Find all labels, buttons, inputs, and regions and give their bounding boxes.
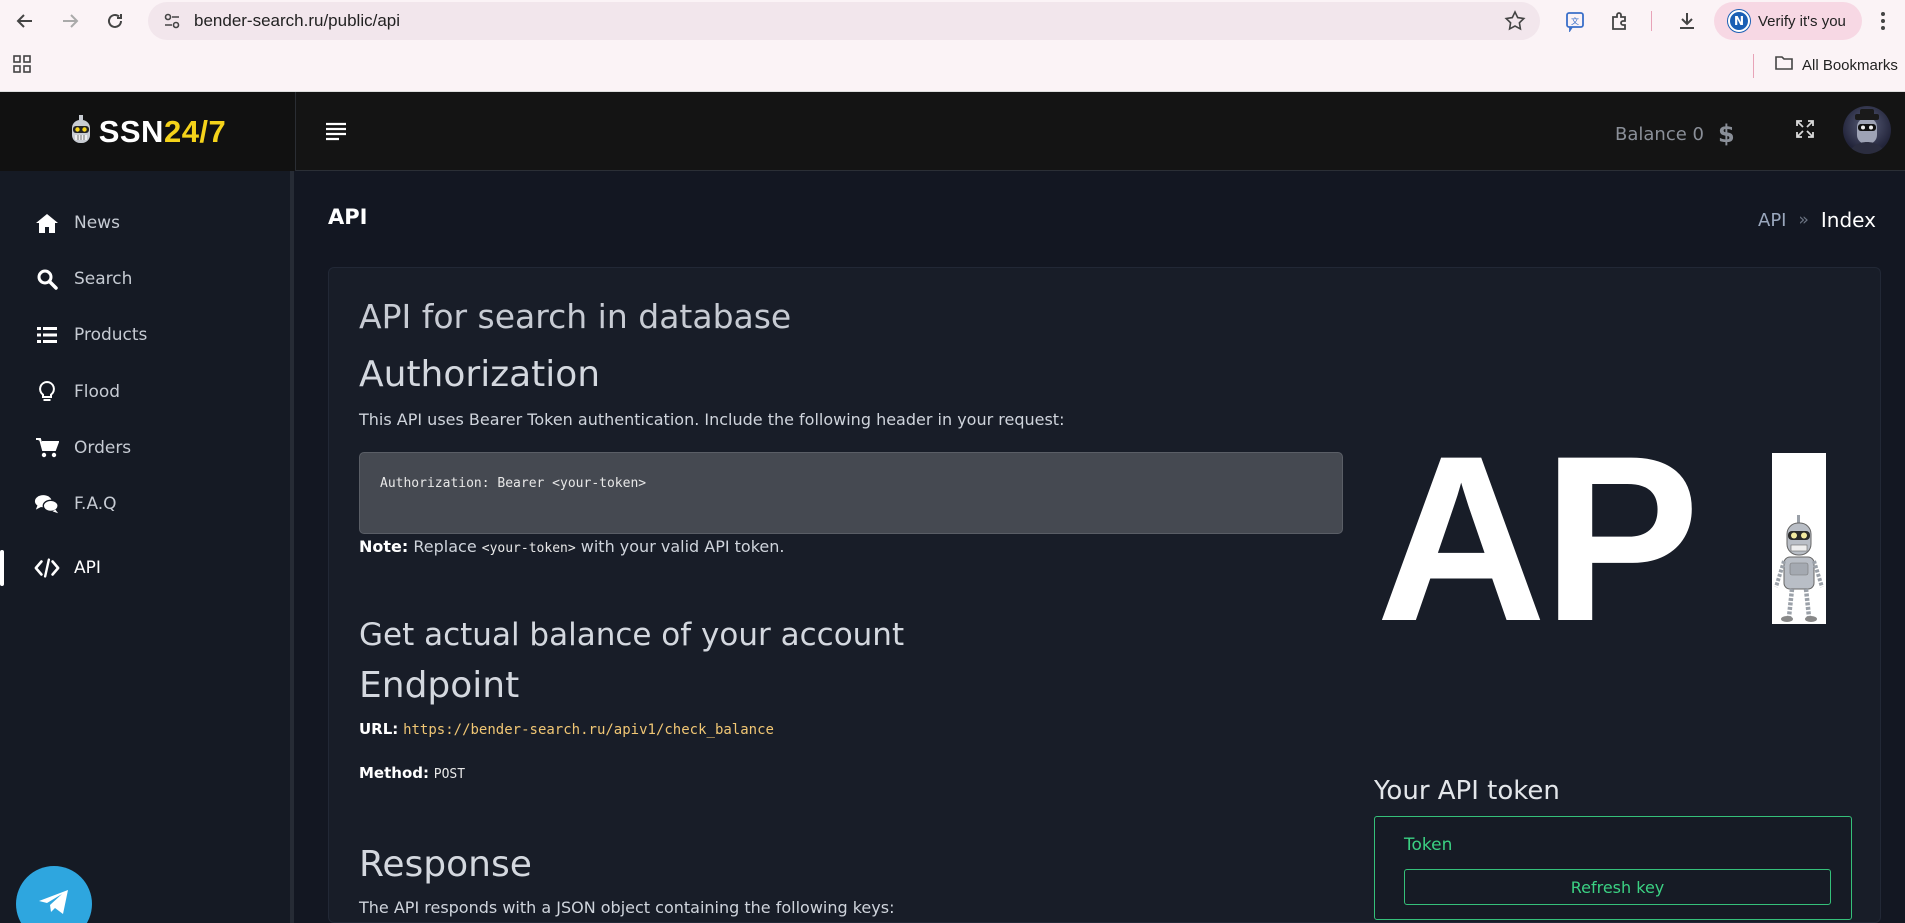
sidebar-item-products[interactable]: Products bbox=[34, 317, 147, 353]
sidebar-item-label: API bbox=[74, 558, 101, 578]
active-indicator bbox=[0, 550, 4, 586]
bookmark-star-icon[interactable] bbox=[1504, 10, 1526, 36]
balance-label: Balance 0 bbox=[1615, 123, 1704, 145]
logo-text: SSN24/7 bbox=[98, 113, 227, 149]
bookmarks-bar: All Bookmarks bbox=[0, 42, 1905, 92]
sidebar-item-flood[interactable]: Flood bbox=[34, 374, 120, 410]
page-title: API bbox=[328, 205, 368, 229]
url-text: bender-search.ru/public/api bbox=[194, 11, 401, 30]
note-post: with your valid API token. bbox=[575, 537, 785, 556]
profile-verify-button[interactable]: N Verify it's you bbox=[1714, 2, 1862, 40]
method-label: Method: bbox=[359, 764, 429, 782]
api-illustration: AP bbox=[1376, 421, 1831, 657]
sidebar-item-label: F.A.Q bbox=[74, 494, 117, 514]
note-pre: Replace bbox=[408, 537, 482, 556]
menu-toggle-icon[interactable] bbox=[324, 120, 348, 146]
api-token-heading: Your API token bbox=[1374, 776, 1560, 806]
apps-grid-icon[interactable] bbox=[12, 54, 32, 78]
dollar-icon: $ bbox=[1717, 120, 1735, 148]
balance-display[interactable]: Balance 0 $ bbox=[1615, 120, 1735, 148]
user-avatar[interactable] bbox=[1843, 106, 1891, 154]
all-bookmarks-label: All Bookmarks bbox=[1802, 56, 1898, 74]
fullscreen-icon[interactable] bbox=[1794, 118, 1816, 144]
extensions-puzzle-icon[interactable] bbox=[1605, 6, 1635, 36]
address-bar[interactable]: bender-search.ru/public/api bbox=[148, 2, 1540, 40]
sidebar-item-search[interactable]: Search bbox=[34, 261, 132, 297]
app-header: SSN24/7 Balance 0 $ bbox=[0, 92, 1905, 171]
sidebar-item-api[interactable]: API bbox=[34, 550, 101, 586]
authorization-code-block[interactable]: Authorization: Bearer <your-token> bbox=[359, 452, 1343, 534]
sidebar: News Search Products Flood Orders F.A.Q bbox=[0, 171, 294, 923]
toolbar-divider bbox=[1651, 11, 1652, 31]
cart-icon bbox=[34, 435, 60, 461]
svg-text:文: 文 bbox=[1571, 16, 1579, 26]
refresh-key-button[interactable]: Refresh key bbox=[1404, 869, 1831, 905]
bender-logo-icon bbox=[69, 114, 93, 149]
breadcrumb-current: Index bbox=[1820, 208, 1876, 232]
api-letters: AP bbox=[1376, 407, 1700, 671]
token-note: Note: Replace <your-token> with your val… bbox=[359, 537, 784, 556]
forward-icon[interactable] bbox=[55, 6, 85, 36]
sidebar-item-label: Flood bbox=[74, 382, 121, 402]
endpoint-method-row: Method: POST bbox=[359, 764, 465, 782]
logo[interactable]: SSN24/7 bbox=[0, 92, 296, 171]
sidebar-item-label: News bbox=[74, 213, 120, 233]
bookmarks-divider bbox=[1753, 54, 1754, 78]
lightbulb-icon bbox=[34, 379, 60, 405]
breadcrumb: API » Index bbox=[1758, 208, 1876, 232]
url-label: URL: bbox=[359, 720, 399, 738]
all-bookmarks-button[interactable]: All Bookmarks bbox=[1774, 54, 1898, 76]
sidebar-item-faq[interactable]: F.A.Q bbox=[34, 486, 117, 522]
browser-toolbar: bender-search.ru/public/api 文 N Verify i… bbox=[0, 0, 1905, 42]
profile-avatar-badge: N bbox=[1728, 10, 1750, 32]
breadcrumb-link-api[interactable]: API bbox=[1758, 210, 1786, 231]
endpoint-method: POST bbox=[433, 767, 466, 782]
sidebar-item-orders[interactable]: Orders bbox=[34, 430, 131, 466]
sidebar-item-label: Products bbox=[74, 325, 148, 345]
sidebar-item-news[interactable]: News bbox=[34, 205, 120, 241]
authorization-code: Authorization: Bearer <your-token> bbox=[380, 476, 647, 491]
endpoint-url-row: URL: https://bender-search.ru/apiv1/chec… bbox=[359, 720, 774, 738]
bender-robot-icon bbox=[1774, 515, 1824, 622]
response-description: The API responds with a JSON object cont… bbox=[359, 898, 895, 917]
token-label: Token bbox=[1404, 835, 1453, 855]
api-letter-i bbox=[1772, 453, 1826, 624]
browser-menu-icon[interactable] bbox=[1868, 6, 1898, 36]
search-icon bbox=[34, 266, 60, 292]
verify-label: Verify it's you bbox=[1758, 12, 1846, 30]
code-icon bbox=[34, 555, 60, 581]
main-heading: API for search in database bbox=[359, 297, 792, 336]
downloads-icon[interactable] bbox=[1672, 6, 1702, 36]
note-code: <your-token> bbox=[481, 541, 576, 556]
list-icon bbox=[34, 322, 60, 348]
note-label: Note: bbox=[359, 537, 409, 556]
balance-heading: Get actual balance of your account bbox=[359, 617, 905, 653]
sidebar-item-label: Search bbox=[74, 269, 133, 289]
breadcrumb-separator: » bbox=[1798, 210, 1809, 230]
endpoint-url[interactable]: https://bender-search.ru/apiv1/check_bal… bbox=[403, 722, 774, 738]
authorization-description: This API uses Bearer Token authenticatio… bbox=[359, 410, 1065, 429]
translate-extension-icon[interactable]: 文 bbox=[1560, 6, 1590, 36]
reload-icon[interactable] bbox=[100, 6, 130, 36]
back-icon[interactable] bbox=[10, 6, 40, 36]
site-settings-icon[interactable] bbox=[162, 11, 182, 35]
authorization-heading: Authorization bbox=[359, 354, 601, 395]
response-heading: Response bbox=[359, 844, 532, 885]
folder-icon bbox=[1774, 54, 1794, 76]
endpoint-heading: Endpoint bbox=[359, 665, 520, 706]
comments-icon bbox=[34, 491, 60, 517]
api-token-panel: Token Refresh key bbox=[1374, 816, 1852, 920]
telegram-icon bbox=[37, 887, 71, 921]
sidebar-item-label: Orders bbox=[74, 438, 132, 458]
home-icon bbox=[34, 210, 60, 236]
